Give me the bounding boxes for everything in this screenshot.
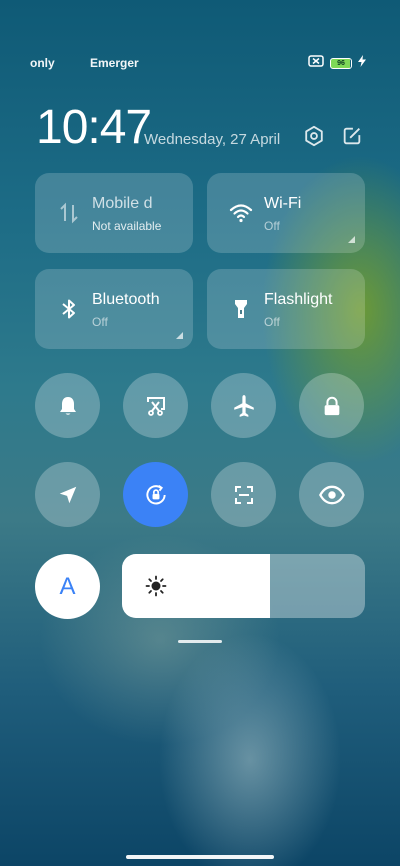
tile-title: Flashlight xyxy=(264,291,333,308)
eye-icon xyxy=(318,485,345,504)
tile-title: Wi-Fi xyxy=(264,195,302,212)
panel-drag-handle[interactable] xyxy=(178,640,222,643)
bluetooth-tile[interactable]: Bluetooth Off xyxy=(35,269,193,349)
rotation-lock-icon xyxy=(145,484,166,504)
lock-icon xyxy=(324,396,339,415)
clock-date: Wednesday, 27 April xyxy=(144,131,281,148)
mobile-data-tile[interactable]: Mobile d Not available xyxy=(35,173,193,253)
airplane-icon xyxy=(233,394,254,417)
reading-mode-toggle[interactable] xyxy=(299,462,364,527)
flashlight-tile[interactable]: Flashlight Off xyxy=(207,269,365,349)
carrier-label-2: Emerger xyxy=(90,56,139,70)
location-toggle[interactable] xyxy=(35,462,100,527)
screenshot-icon xyxy=(146,396,165,416)
expand-corner-icon[interactable] xyxy=(176,332,183,339)
auto-brightness-button[interactable]: A xyxy=(35,554,100,619)
expand-corner-icon[interactable] xyxy=(348,236,355,243)
tile-subtitle: Not available xyxy=(92,219,162,233)
carrier-label-1: only xyxy=(30,56,55,70)
auto-brightness-label: A xyxy=(59,572,76,600)
edit-button[interactable] xyxy=(340,124,364,148)
charging-icon xyxy=(358,54,366,72)
bell-icon xyxy=(59,396,76,415)
tile-subtitle: Off xyxy=(264,219,280,233)
lock-screen-toggle[interactable] xyxy=(299,373,364,438)
wifi-tile[interactable]: Wi-Fi Off xyxy=(207,173,365,253)
silent-toggle[interactable] xyxy=(35,373,100,438)
brightness-slider[interactable] xyxy=(122,554,365,618)
flashlight-icon xyxy=(235,300,247,318)
battery-indicator: 96 xyxy=(330,57,352,69)
sun-icon xyxy=(145,575,167,597)
status-bar-left: only Emerger xyxy=(0,56,160,72)
screenshot-toggle[interactable] xyxy=(123,373,188,438)
settings-button[interactable] xyxy=(302,124,326,148)
mobile-data-icon xyxy=(60,202,78,224)
edit-icon xyxy=(343,127,361,145)
clock-time: 10:47 xyxy=(36,101,152,154)
tile-title: Mobile d xyxy=(92,195,153,212)
no-sim-icon xyxy=(308,54,324,72)
tile-title: Bluetooth xyxy=(92,291,160,308)
status-bar-right: 96 xyxy=(308,54,366,72)
scanner-icon xyxy=(234,485,253,504)
location-icon xyxy=(59,486,76,503)
home-indicator[interactable] xyxy=(126,855,274,859)
tile-subtitle: Off xyxy=(92,315,108,329)
gear-icon xyxy=(305,125,323,147)
bluetooth-icon xyxy=(62,299,75,319)
tile-subtitle: Off xyxy=(264,315,280,329)
wifi-icon xyxy=(229,204,253,223)
scanner-toggle[interactable] xyxy=(211,462,276,527)
rotation-lock-toggle[interactable] xyxy=(123,462,188,527)
airplane-mode-toggle[interactable] xyxy=(211,373,276,438)
